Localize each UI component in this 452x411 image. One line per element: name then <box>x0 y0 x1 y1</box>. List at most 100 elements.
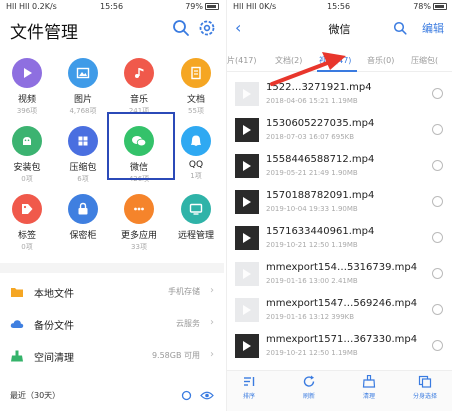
play-icon <box>243 197 251 207</box>
video-row[interactable]: 1522…3271921.mp4 2018-04-06 15:21 1.19MB <box>227 78 452 111</box>
list-item-label: 本地文件 <box>34 289 74 300</box>
video-meta: 2019-01-16 13:00 2.41MB <box>266 277 358 285</box>
page-title: 文件管理 <box>10 23 78 43</box>
category-count: 6项 <box>77 175 89 183</box>
folder-icon <box>11 288 23 297</box>
category-label: 标签 <box>17 231 36 241</box>
video-filename: 1530605227035.mp4 <box>266 118 375 129</box>
video-row[interactable]: mmexport154…5316739.mp4 2019-01-16 13:00 … <box>227 258 452 291</box>
toolbar-button-3[interactable]: 分身选择 <box>405 375 445 400</box>
select-checkbox[interactable] <box>432 196 443 207</box>
toolbar-button-2[interactable]: 清理 <box>349 375 389 400</box>
video-row[interactable]: 1558446588712.mp4 2019-05-21 21:49 1.90MB <box>227 150 452 183</box>
video-meta: 2019-10-21 12:50 1.19MB <box>266 241 358 249</box>
list-item-space-cleanup[interactable]: 空间清理 9.58GB 可用 › <box>0 342 224 370</box>
music-icon <box>124 58 154 88</box>
edit-button[interactable]: 编辑 <box>422 20 444 36</box>
toolbar-button-label: 刷新 <box>302 393 315 400</box>
toolbar-button-1[interactable]: 刷新 <box>289 375 329 400</box>
video-row[interactable]: mmexport1571…367330.mp4 2019-10-21 12:50 … <box>227 330 452 363</box>
video-meta: 2019-10-04 19:33 1.90MB <box>266 205 358 213</box>
tab-2[interactable]: 视频(47) <box>319 55 351 66</box>
category-apk[interactable]: 安装包 0项 <box>0 126 55 183</box>
battery-icon <box>205 3 219 10</box>
settings-gear-icon[interactable] <box>198 19 216 37</box>
tab-1[interactable]: 文档(2) <box>275 55 302 66</box>
category-remote-manage[interactable]: 远程管理 <box>168 194 224 251</box>
status-bar: Hll Hll 0.2K/s 15:56 79% <box>0 0 224 14</box>
select-checkbox[interactable] <box>432 88 443 99</box>
tag-icon <box>12 194 42 224</box>
chevron-right-icon: › <box>210 349 214 360</box>
video-row[interactable]: 1530605227035.mp4 2018-07-03 16:07 695KB <box>227 114 452 147</box>
video-thumbnail <box>235 154 259 178</box>
category-image[interactable]: 图片 4,768项 <box>55 58 111 115</box>
list-item-label: 空间清理 <box>34 353 74 364</box>
category-tag[interactable]: 标签 0项 <box>0 194 55 251</box>
category-label: 文档 <box>186 95 205 105</box>
category-count: 1项 <box>190 172 202 180</box>
status-signal: Hll Hll 0K/s <box>233 2 277 11</box>
category-vault[interactable]: 保密柜 <box>55 194 111 251</box>
category-count <box>55 242 111 251</box>
eye-icon[interactable] <box>200 390 214 401</box>
video-icon <box>12 58 42 88</box>
battery-icon <box>433 3 447 10</box>
category-document[interactable]: 文档 55项 <box>168 58 224 115</box>
video-filename: 1570188782091.mp4 <box>266 190 375 201</box>
status-bar: Hll Hll 0K/s 15:56 78% <box>227 0 452 14</box>
play-icon <box>243 161 251 171</box>
search-icon[interactable] <box>172 19 190 37</box>
category-music[interactable]: 音乐 241项 <box>111 58 167 115</box>
category-archive[interactable]: 压缩包 6项 <box>55 126 111 183</box>
select-checkbox[interactable] <box>432 304 443 315</box>
more-apps-icon <box>124 194 154 224</box>
category-count: 0项 <box>21 175 33 183</box>
video-thumbnail <box>235 298 259 322</box>
select-checkbox[interactable] <box>432 160 443 171</box>
document-icon <box>181 58 211 88</box>
category-count: 396项 <box>16 107 38 115</box>
video-filename: mmexport1547…569246.mp4 <box>266 298 418 309</box>
status-time: 15:56 <box>327 2 351 11</box>
toolbar-button-label: 清理 <box>362 393 375 400</box>
list-item-backup-files[interactable]: 备份文件 云服务 › <box>0 310 224 338</box>
clone-select-icon <box>405 375 445 388</box>
video-row[interactable]: 1571633440961.mp4 2019-10-21 12:50 1.19MB <box>227 222 452 255</box>
search-icon[interactable] <box>393 21 407 35</box>
category-count <box>168 242 224 251</box>
category-label: 视频 <box>17 95 36 105</box>
select-checkbox[interactable] <box>432 124 443 135</box>
video-filename: mmexport154…5316739.mp4 <box>266 262 418 273</box>
category-label: 压缩包 <box>69 163 97 173</box>
clean-icon <box>349 375 389 388</box>
play-icon <box>243 89 251 99</box>
apk-icon <box>12 126 42 156</box>
category-label: 保密柜 <box>69 231 97 241</box>
video-row[interactable]: 1570188782091.mp4 2019-10-04 19:33 1.90MB <box>227 186 452 219</box>
category-label: 安装包 <box>13 163 41 173</box>
section-divider <box>0 263 224 273</box>
category-label: 更多应用 <box>120 231 157 241</box>
list-item-label: 备份文件 <box>34 321 74 332</box>
select-checkbox[interactable] <box>432 232 443 243</box>
category-video[interactable]: 视频 396项 <box>0 58 55 115</box>
tab-4[interactable]: 压缩包( <box>411 55 438 66</box>
tab-3[interactable]: 音乐(0) <box>367 55 394 66</box>
video-meta: 2019-01-16 13:12 399KB <box>266 313 355 321</box>
category-more-apps[interactable]: 更多应用 33项 <box>111 194 167 251</box>
category-qq[interactable]: QQ 1项 <box>168 126 224 180</box>
chevron-right-icon: › <box>210 285 214 296</box>
refresh-icon <box>289 375 329 388</box>
select-checkbox[interactable] <box>432 340 443 351</box>
video-row[interactable]: mmexport1547…569246.mp4 2019-01-16 13:12 … <box>227 294 452 327</box>
select-checkbox[interactable] <box>432 268 443 279</box>
tab-0[interactable]: 图片(417) <box>227 55 257 66</box>
video-filename: 1571633440961.mp4 <box>266 226 375 237</box>
video-meta: 2019-05-21 21:49 1.90MB <box>266 169 358 177</box>
video-thumbnail <box>235 226 259 250</box>
category-tabs: 图片(417) 文档(2) 视频(47) 音乐(0) 压缩包( <box>227 50 452 72</box>
list-item-local-files[interactable]: 本地文件 手机存储 › <box>0 278 224 306</box>
status-signal: Hll Hll 0.2K/s <box>6 2 57 11</box>
toolbar-button-0[interactable]: 排序 <box>229 375 269 400</box>
